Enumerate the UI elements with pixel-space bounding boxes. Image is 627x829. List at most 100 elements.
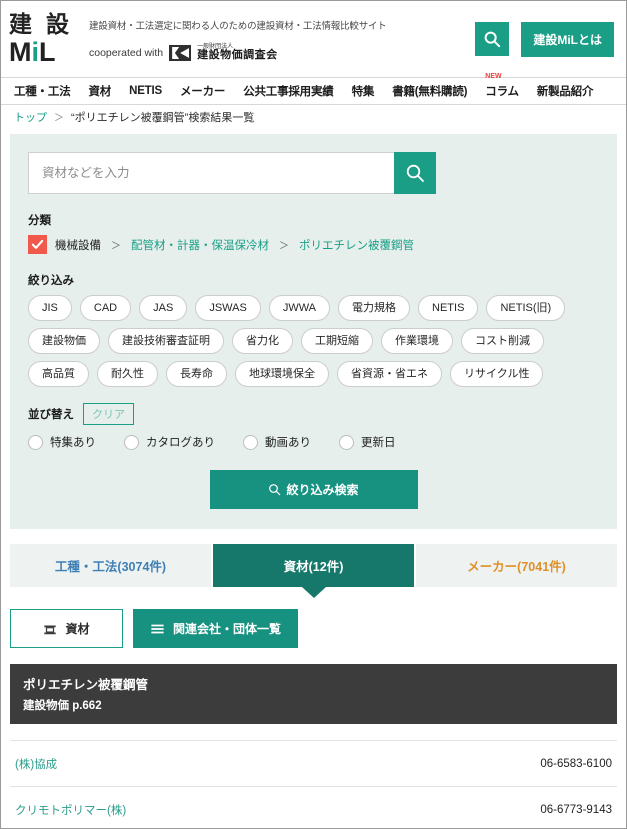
- filter-tag-jwwa[interactable]: JWWA: [268, 295, 331, 322]
- sort-option-updated[interactable]: 更新日: [339, 434, 396, 450]
- refine-section-label: 絞り込み: [28, 275, 74, 287]
- nav-item-3[interactable]: メーカー: [171, 83, 234, 99]
- search-input[interactable]: [28, 152, 394, 194]
- filter-tag-durability[interactable]: 耐久性: [97, 361, 158, 388]
- radio-icon: [339, 434, 354, 450]
- filter-tag-resource-saving[interactable]: 省資源・省エネ: [337, 361, 442, 388]
- filter-tag-work-environment[interactable]: 作業環境: [381, 328, 453, 355]
- result-tabs: 工種・工法(3074件) 資材(12件) メーカー(7041件): [10, 544, 617, 588]
- nav-badge-new: NEW: [485, 73, 502, 80]
- breadcrumb: トップ ＞ “ポリエチレン被覆鋼管”検索結果一覧: [1, 105, 626, 128]
- sort-option-label-2: 動画あり: [265, 437, 311, 450]
- materials-view-button[interactable]: 資材: [10, 609, 123, 649]
- logo-text-top: 建 設: [9, 12, 73, 38]
- related-companies-label: 関連会社・団体一覧: [173, 622, 282, 637]
- result-header: ポリエチレン被覆鋼管 建設物価 p.662: [10, 664, 617, 725]
- logo-i: i: [31, 37, 40, 67]
- table-row: クリモトポリマー(株) 06-6773-9143: [10, 786, 617, 829]
- category-checkbox[interactable]: [28, 235, 47, 254]
- category-path-row: 機械設備 ＞ 配管材・計器・保温保冷材 ＞ ポリエチレン被覆鋼管: [28, 235, 599, 254]
- filter-tag-tech-review[interactable]: 建設技術審査証明: [108, 328, 224, 355]
- category-level-2[interactable]: 配管材・計器・保温保冷材: [131, 237, 269, 253]
- company-phone: 06-6773-9143: [540, 804, 612, 817]
- filter-tag-jas[interactable]: JAS: [139, 295, 188, 322]
- header-actions: 建設MiLとは: [475, 21, 614, 57]
- about-button[interactable]: 建設MiLとは: [521, 21, 614, 57]
- nav-item-1[interactable]: 資材: [80, 83, 121, 99]
- nav-label-1: 資材: [88, 86, 112, 98]
- filter-tag-jis[interactable]: JIS: [28, 295, 72, 322]
- check-icon: [31, 239, 44, 249]
- category-level-1: 機械設備: [55, 239, 101, 252]
- nav-label-5: 特集: [351, 86, 375, 98]
- filter-tag-construction-price[interactable]: 建設物価: [28, 328, 100, 355]
- filter-tag-cad[interactable]: CAD: [79, 295, 132, 322]
- filter-tag-shorter-term[interactable]: 工期短縮: [301, 328, 373, 355]
- filter-tags: JIS CAD JAS JSWAS JWWA 電力規格 NETIS NETIS(…: [28, 295, 599, 388]
- nav-item-8[interactable]: 新製品紹介: [528, 83, 603, 99]
- nav-label-0: 工種・工法: [14, 86, 71, 98]
- filter-tag-jswas[interactable]: JSWAS: [195, 295, 261, 322]
- nav-item-0[interactable]: 工種・工法: [5, 83, 80, 99]
- radio-icon: [28, 434, 43, 450]
- nav-item-6[interactable]: 書籍(無料購読): [383, 83, 476, 99]
- cooperation-org: 一般財団法人 建設物価調査会: [197, 44, 278, 62]
- nav-item-2[interactable]: NETIS: [120, 85, 171, 97]
- filter-tag-long-life[interactable]: 長寿命: [166, 361, 227, 388]
- breadcrumb-current: “ポリエチレン被覆鋼管”検索結果一覧: [71, 111, 255, 124]
- results-section: ポリエチレン被覆鋼管 建設物価 p.662 (株)協成 06-6583-6100…: [1, 648, 626, 829]
- cooperation-block: cooperated with 一般財団法人 建設物価調査会: [89, 44, 475, 62]
- refine-search-button[interactable]: 絞り込み検索: [209, 470, 418, 510]
- header-search-button[interactable]: [475, 22, 510, 56]
- tab-makers[interactable]: メーカー(7041件): [416, 544, 617, 588]
- org-name-label: 建設物価調査会: [197, 49, 278, 62]
- radio-icon: [243, 434, 258, 450]
- sort-option-label-1: カタログあり: [146, 437, 215, 450]
- sort-header: 並び替え クリア: [28, 403, 599, 426]
- filter-tag-labor-saving[interactable]: 省力化: [232, 328, 293, 355]
- filter-tag-netis-old[interactable]: NETIS(旧): [486, 295, 566, 322]
- filter-tag-recyclability[interactable]: リサイクル性: [450, 361, 544, 388]
- sort-option-feature[interactable]: 特集あり: [28, 434, 96, 450]
- site-header: 建 設 MiL 建設資材・工法選定に関わる人のための建設資材・工法情報比較サイト…: [1, 1, 626, 77]
- search-panel-wrapper: 分類 機械設備 ＞ 配管材・計器・保温保冷材 ＞ ポリエチレン被覆鋼管 絞り込み…: [1, 128, 626, 530]
- logo-l: L: [39, 37, 56, 67]
- sort-option-label-0: 特集あり: [50, 437, 96, 450]
- sort-option-label-3: 更新日: [361, 437, 396, 450]
- nav-item-7[interactable]: NEW コラム: [476, 73, 528, 99]
- category-level-3[interactable]: ポリエチレン被覆鋼管: [299, 237, 414, 253]
- result-subtitle: 建設物価 p.662: [23, 700, 102, 713]
- company-list: (株)協成 06-6583-6100 クリモトポリマー(株) 06-6773-9…: [10, 724, 617, 829]
- filter-tag-environment[interactable]: 地球環境保全: [235, 361, 329, 388]
- search-submit-button[interactable]: [394, 152, 436, 194]
- radio-icon: [124, 434, 139, 450]
- nav-item-5[interactable]: 特集: [343, 83, 384, 99]
- main-navigation: 工種・工法 資材 NETIS メーカー 公共工事採用実績 特集 書籍(無料購読)…: [1, 73, 626, 105]
- filter-tag-high-quality[interactable]: 高品質: [28, 361, 89, 388]
- nav-label-7: コラム: [485, 86, 519, 98]
- category-section-label: 分類: [28, 215, 51, 227]
- sort-option-video[interactable]: 動画あり: [243, 434, 311, 450]
- filter-tag-cost-reduction[interactable]: コスト削減: [461, 328, 544, 355]
- tab-materials[interactable]: 資材(12件): [213, 544, 414, 588]
- filter-tag-netis[interactable]: NETIS: [418, 295, 479, 322]
- filter-tag-row-3: 高品質 耐久性 長寿命 地球環境保全 省資源・省エネ リサイクル性: [28, 361, 599, 388]
- company-name-link[interactable]: (株)協成: [15, 756, 57, 772]
- nav-label-2: NETIS: [129, 85, 162, 97]
- clear-button[interactable]: クリア: [83, 403, 134, 426]
- material-icon: [44, 625, 57, 635]
- site-logo[interactable]: 建 設 MiL: [9, 12, 77, 66]
- category-separator-2: ＞: [279, 241, 289, 252]
- related-companies-button[interactable]: 関連会社・団体一覧: [133, 609, 299, 649]
- breadcrumb-home[interactable]: トップ: [14, 109, 47, 125]
- search-panel: 分類 機械設備 ＞ 配管材・計器・保温保冷材 ＞ ポリエチレン被覆鋼管 絞り込み…: [10, 134, 617, 530]
- sort-label: 並び替え: [28, 409, 74, 422]
- header-center: 建設資材・工法選定に関わる人のための建設資材・工法情報比較サイト coopera…: [77, 16, 475, 62]
- nav-item-4[interactable]: 公共工事採用実績: [234, 83, 342, 99]
- nav-label-4: 公共工事採用実績: [243, 86, 334, 98]
- cooperated-with-label: cooperated with: [89, 47, 164, 59]
- sort-option-catalog[interactable]: カタログあり: [124, 434, 215, 450]
- tab-construction-methods[interactable]: 工種・工法(3074件): [10, 544, 211, 588]
- filter-tag-power-standard[interactable]: 電力規格: [338, 295, 411, 322]
- company-name-link[interactable]: クリモトポリマー(株): [15, 802, 126, 818]
